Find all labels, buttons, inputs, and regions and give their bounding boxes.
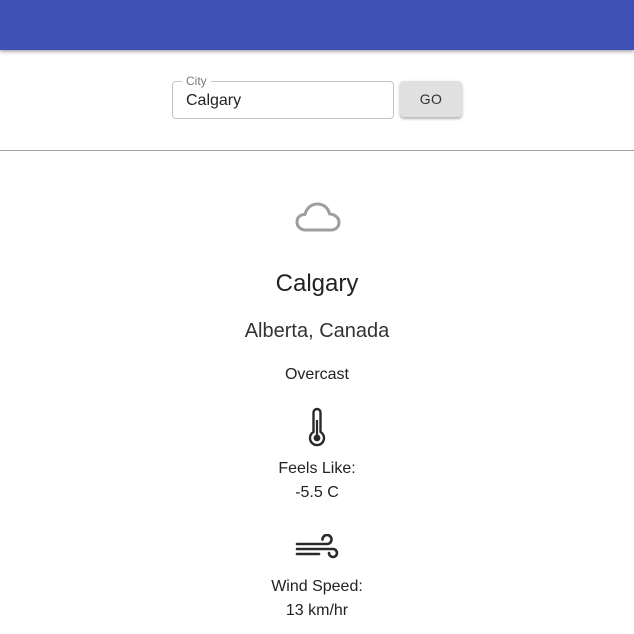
city-input[interactable]	[186, 90, 386, 112]
thermometer-icon	[308, 407, 326, 447]
go-button[interactable]: GO	[400, 81, 462, 117]
weather-condition: Overcast	[284, 366, 349, 383]
app-bar	[0, 0, 634, 50]
wind-icon	[295, 534, 339, 559]
divider	[0, 150, 634, 151]
wind-speed-label: Wind Speed:	[271, 578, 363, 595]
weather-app: City GO Calgary Alberta, Canada Overcast…	[0, 0, 634, 634]
feels-like-value: -5.5 C	[295, 484, 339, 501]
wind-speed-value: 13 km/hr	[285, 602, 349, 619]
city-field-label: City	[182, 74, 211, 88]
cloud-icon	[295, 202, 341, 232]
city-name: Calgary	[275, 270, 359, 297]
search-row: City GO	[0, 50, 634, 150]
feels-like-label: Feels Like:	[278, 460, 356, 477]
city-field[interactable]: City	[172, 74, 394, 119]
region-country: Alberta, Canada	[244, 320, 390, 342]
